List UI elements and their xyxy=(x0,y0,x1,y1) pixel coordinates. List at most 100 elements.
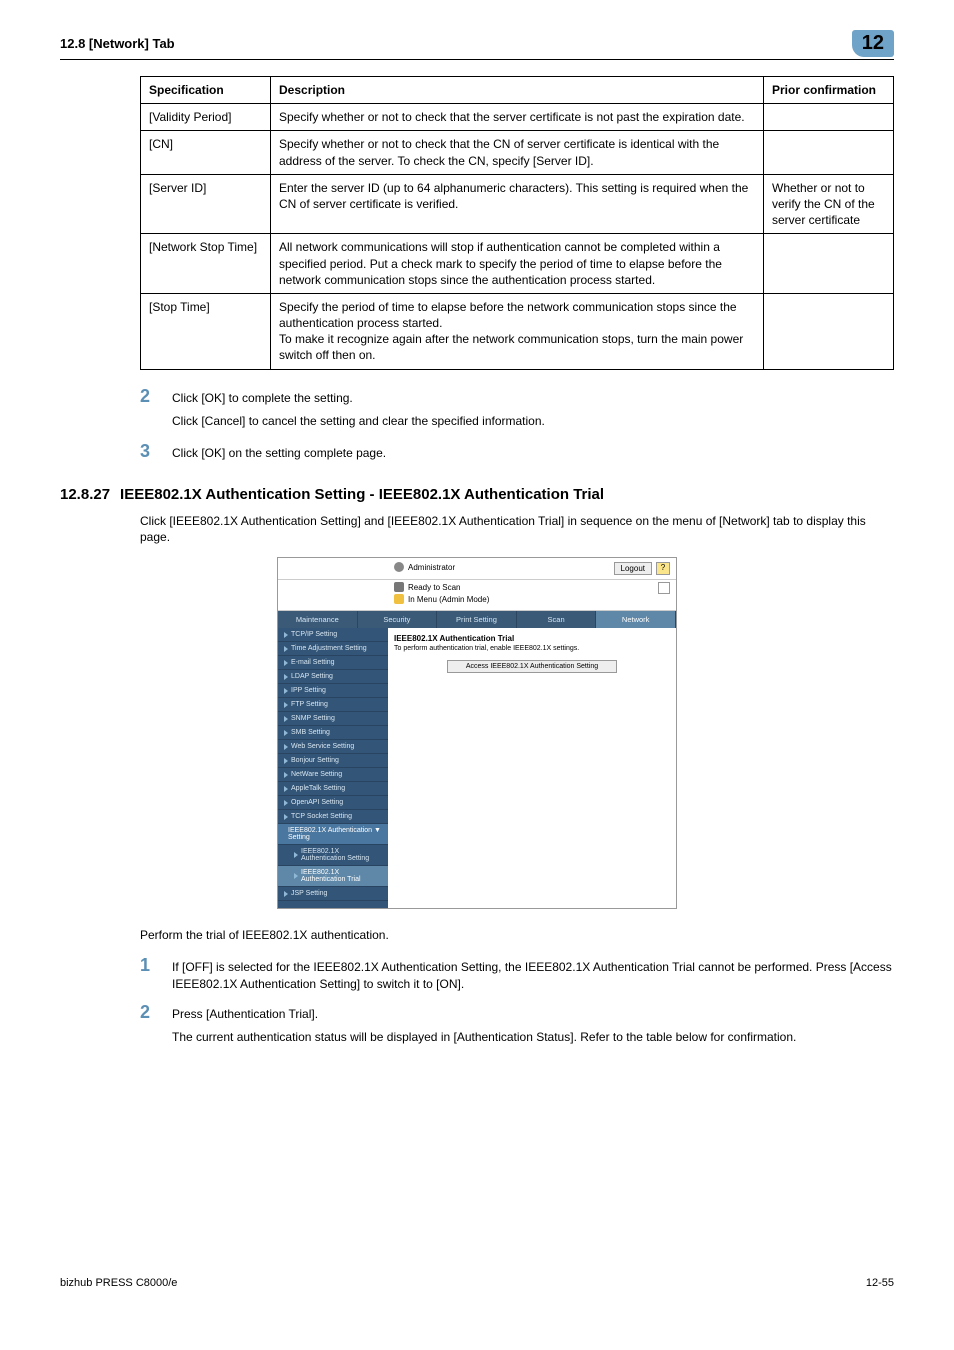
help-button[interactable]: ? xyxy=(656,562,670,575)
cell-prior xyxy=(764,104,894,131)
cell-desc: Specify the period of time to elapse bef… xyxy=(271,293,764,369)
sidebar-item-openapi[interactable]: OpenAPI Setting xyxy=(278,796,388,810)
sidebar-item-ipp[interactable]: IPP Setting xyxy=(278,684,388,698)
embedded-screenshot: Administrator Logout ? Ready to Scan In … xyxy=(277,557,677,909)
sidebar-item-label: AppleTalk Setting xyxy=(291,785,345,792)
cell-prior xyxy=(764,131,894,174)
menu-icon xyxy=(394,594,404,604)
cell-desc: All network communications will stop if … xyxy=(271,234,764,294)
step-text: If [OFF] is selected for the IEEE802.1X … xyxy=(172,959,894,991)
access-ieee-setting-button[interactable]: Access IEEE802.1X Authentication Setting xyxy=(447,660,617,673)
chevron-right-icon xyxy=(284,814,288,820)
chevron-right-icon xyxy=(284,702,288,708)
chevron-right-icon xyxy=(284,891,288,897)
printer-icon xyxy=(394,582,404,592)
sidebar-item-label: Bonjour Setting xyxy=(291,757,339,764)
sidebar-sub-ieee-setting[interactable]: IEEE802.1X Authentication Setting xyxy=(278,845,388,866)
tab-scan[interactable]: Scan xyxy=(517,611,597,628)
sidebar-item-label: TCP/IP Setting xyxy=(291,631,337,638)
sidebar-item-tcpsocket[interactable]: TCP Socket Setting xyxy=(278,810,388,824)
step-3: 3 Click [OK] on the setting complete pag… xyxy=(140,441,894,462)
sidebar-item-label: Web Service Setting xyxy=(291,743,354,750)
step-subtext: The current authentication status will b… xyxy=(172,1029,894,1045)
sidebar-item-email[interactable]: E-mail Setting xyxy=(278,656,388,670)
th-description: Description xyxy=(271,77,764,104)
sidebar-item-label: LDAP Setting xyxy=(291,673,333,680)
admin-label: Administrator xyxy=(408,563,455,572)
footer-model: bizhub PRESS C8000/e xyxy=(60,1277,177,1289)
tab-maintenance[interactable]: Maintenance xyxy=(278,611,358,628)
footer-page-number: 12-55 xyxy=(866,1277,894,1289)
sidebar-item-tcpip[interactable]: TCP/IP Setting xyxy=(278,628,388,642)
section-number: 12.8.27 xyxy=(60,486,110,503)
status-ready: Ready to Scan xyxy=(408,583,460,592)
specification-table: Specification Description Prior confirma… xyxy=(140,76,894,370)
sidebar-item-webservice[interactable]: Web Service Setting xyxy=(278,740,388,754)
chevron-right-icon xyxy=(284,772,288,778)
sidebar-item-label: IEEE802.1X Authentication Trial xyxy=(301,869,382,883)
cell-desc: Specify whether or not to check that the… xyxy=(271,104,764,131)
step-number: 2 xyxy=(140,386,154,407)
cell-spec: [Network Stop Time] xyxy=(141,234,271,294)
chevron-right-icon xyxy=(284,632,288,638)
sidebar-item-label: NetWare Setting xyxy=(291,771,342,778)
sidebar-item-jsp[interactable]: JSP Setting xyxy=(278,887,388,901)
step-number: 2 xyxy=(140,1002,154,1023)
chevron-right-icon xyxy=(284,660,288,666)
page-header: 12.8 [Network] Tab 12 xyxy=(60,30,894,60)
sidebar-item-bonjour[interactable]: Bonjour Setting xyxy=(278,754,388,768)
sidebar-item-appletalk[interactable]: AppleTalk Setting xyxy=(278,782,388,796)
chevron-right-icon xyxy=(284,730,288,736)
sidebar-item-ldap[interactable]: LDAP Setting xyxy=(278,670,388,684)
sidebar-item-label: IPP Setting xyxy=(291,687,326,694)
cell-spec: [Stop Time] xyxy=(141,293,271,369)
cell-prior xyxy=(764,293,894,369)
chevron-right-icon xyxy=(294,852,298,858)
step-number: 1 xyxy=(140,955,154,976)
sidebar-item-label: IEEE802.1X Authentication Setting xyxy=(301,848,382,862)
sidebar: TCP/IP Setting Time Adjustment Setting E… xyxy=(278,628,388,908)
sidebar-item-smb[interactable]: SMB Setting xyxy=(278,726,388,740)
cell-spec: [Server ID] xyxy=(141,174,271,234)
logout-button[interactable]: Logout xyxy=(614,562,652,575)
cell-spec: [Validity Period] xyxy=(141,104,271,131)
sidebar-item-ftp[interactable]: FTP Setting xyxy=(278,698,388,712)
tab-security[interactable]: Security xyxy=(358,611,438,628)
sidebar-item-netware[interactable]: NetWare Setting xyxy=(278,768,388,782)
table-row: [Stop Time]Specify the period of time to… xyxy=(141,293,894,369)
chevron-right-icon xyxy=(284,786,288,792)
chevron-right-icon xyxy=(284,800,288,806)
table-row: [Validity Period]Specify whether or not … xyxy=(141,104,894,131)
page-footer: bizhub PRESS C8000/e 12-55 xyxy=(60,1057,894,1289)
chevron-right-icon xyxy=(294,873,298,879)
status-mode: In Menu (Admin Mode) xyxy=(408,595,489,604)
sidebar-item-label: FTP Setting xyxy=(291,701,328,708)
step-subtext: Click [Cancel] to cancel the setting and… xyxy=(172,413,894,429)
step-text: Click [OK] on the setting complete page. xyxy=(172,445,386,461)
sidebar-sub-ieee-trial[interactable]: IEEE802.1X Authentication Trial xyxy=(278,866,388,887)
sidebar-item-label: TCP Socket Setting xyxy=(291,813,352,820)
chevron-right-icon xyxy=(284,646,288,652)
step-text: Click [OK] to complete the setting. xyxy=(172,390,353,406)
sidebar-item-snmp[interactable]: SNMP Setting xyxy=(278,712,388,726)
header-section-label: 12.8 [Network] Tab xyxy=(60,36,175,51)
sidebar-item-label: OpenAPI Setting xyxy=(291,799,343,806)
sidebar-item-time[interactable]: Time Adjustment Setting xyxy=(278,642,388,656)
sidebar-item-label: Time Adjustment Setting xyxy=(291,645,367,652)
chevron-right-icon xyxy=(284,758,288,764)
th-specification: Specification xyxy=(141,77,271,104)
chevron-right-icon xyxy=(284,744,288,750)
sidebar-item-label: E-mail Setting xyxy=(291,659,335,666)
chevron-right-icon xyxy=(284,688,288,694)
step-b1: 1 If [OFF] is selected for the IEEE802.1… xyxy=(140,955,894,991)
step-text: Press [Authentication Trial]. xyxy=(172,1006,318,1022)
sidebar-item-label: SMB Setting xyxy=(291,729,330,736)
tab-network[interactable]: Network xyxy=(596,611,676,628)
chapter-badge: 12 xyxy=(852,30,894,57)
panel-title: IEEE802.1X Authentication Trial xyxy=(394,634,670,643)
tab-print-setting[interactable]: Print Setting xyxy=(437,611,517,628)
refresh-icon[interactable] xyxy=(658,582,670,594)
sidebar-group-ieee[interactable]: IEEE802.1X Authentication ▼ Setting xyxy=(278,824,388,845)
step-number: 3 xyxy=(140,441,154,462)
th-prior-confirmation: Prior confirmation xyxy=(764,77,894,104)
